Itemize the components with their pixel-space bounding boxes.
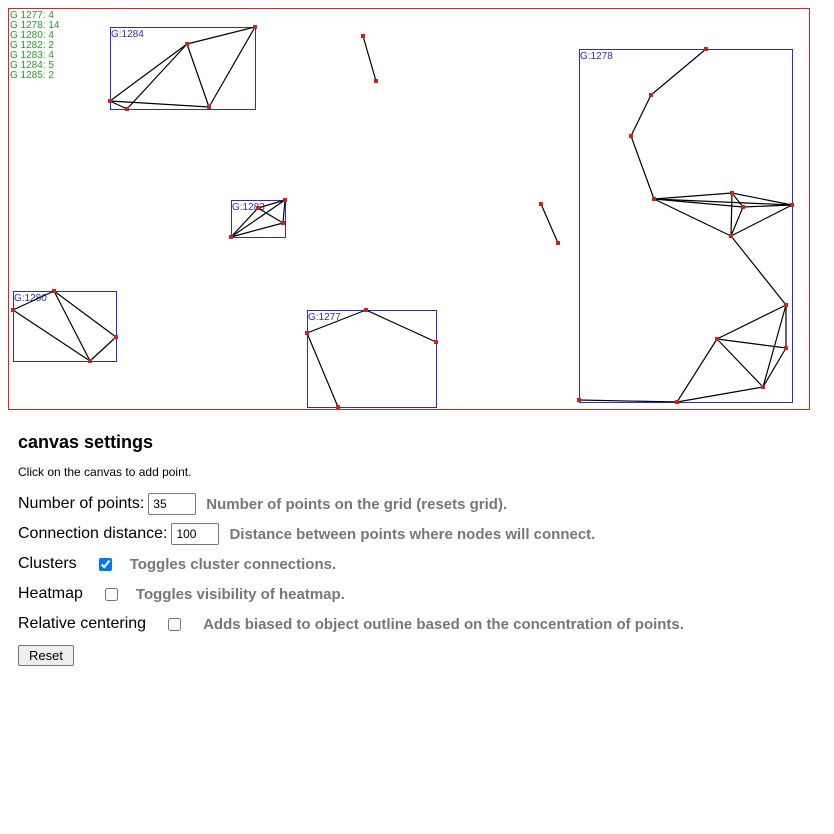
- canvas-svg[interactable]: G:1284G:1283G:1280G:1277G:1278: [9, 9, 811, 411]
- grid-point: [364, 308, 368, 312]
- grid-point: [434, 340, 438, 344]
- distance-label: Connection distance:: [18, 525, 168, 542]
- points-row: Number of points: Number of points on th…: [18, 489, 818, 519]
- grid-point: [11, 308, 15, 312]
- cluster-box: [579, 49, 793, 403]
- connection-line: [730, 206, 744, 237]
- grid-point: [305, 331, 309, 335]
- cluster-legend: G 1277: 4G 1278: 14 G 1280: 4G 1282: 2G 1…: [10, 11, 59, 81]
- grid-point: [114, 335, 118, 339]
- connection-line: [630, 135, 655, 200]
- connection-line: [365, 309, 437, 343]
- connection-line: [109, 43, 188, 102]
- connection-line: [53, 290, 91, 362]
- settings-title: canvas settings: [18, 432, 154, 452]
- connection-line: [716, 338, 764, 388]
- connection-line: [730, 204, 793, 237]
- clusters-label: Clusters: [18, 555, 77, 572]
- grid-point: [649, 93, 653, 97]
- grid-point: [577, 398, 581, 402]
- grid-point: [52, 289, 56, 293]
- connection-line: [730, 235, 787, 306]
- legend-entry: G 1285: 2: [10, 70, 54, 81]
- centering-label: Relative centering: [18, 615, 147, 632]
- connection-line: [762, 347, 787, 388]
- points-input[interactable]: [148, 493, 197, 515]
- grid-point: [790, 203, 794, 207]
- connection-line: [12, 309, 91, 362]
- connection-line: [89, 336, 117, 362]
- cluster-label: G:1278: [580, 51, 613, 62]
- grid-point: [784, 303, 788, 307]
- connection-line: [540, 203, 559, 244]
- clusters-description: Toggles cluster connections.: [129, 555, 337, 573]
- grid-point: [539, 202, 543, 206]
- connection-line: [676, 386, 764, 403]
- heatmap-description: Toggles visibility of heatmap.: [135, 585, 345, 603]
- grid-point: [730, 191, 734, 195]
- heatmap-row: Heatmap Toggles visibility of heatmap.: [18, 579, 818, 609]
- grid-point: [281, 221, 285, 225]
- connection-line: [742, 204, 793, 208]
- grid-point: [336, 405, 340, 409]
- connection-line: [282, 199, 286, 224]
- points-canvas[interactable]: G:1284 G:1283 G:1280 G:1277 G:1278 G 1277: 4…: [8, 8, 810, 410]
- grid-point: [741, 205, 745, 209]
- grid-point: [207, 105, 211, 109]
- cluster-label: G:1284: [111, 29, 144, 40]
- connection-line: [653, 198, 793, 206]
- grid-point: [374, 79, 378, 83]
- grid-point: [715, 337, 719, 341]
- grid-point: [253, 25, 257, 29]
- connection-line: [630, 94, 652, 137]
- connection-line: [208, 26, 256, 108]
- grid-point: [283, 198, 287, 202]
- distance-input[interactable]: [171, 523, 220, 545]
- grid-point: [125, 107, 129, 111]
- grid-point: [88, 359, 92, 363]
- centering-checkbox[interactable]: [168, 617, 182, 631]
- connection-line: [730, 192, 733, 237]
- connection-line: [653, 192, 733, 200]
- connection-line: [676, 338, 718, 403]
- distance-description: Distance between points where nodes will…: [229, 525, 596, 543]
- connection-line: [126, 43, 188, 110]
- grid-point: [108, 99, 112, 103]
- grid-point: [761, 385, 765, 389]
- grid-point: [704, 47, 708, 51]
- heatmap-label: Heatmap: [18, 585, 83, 602]
- connection-line: [578, 399, 678, 403]
- connection-line: [230, 222, 284, 238]
- grid-point: [361, 34, 365, 38]
- connection-line: [362, 35, 377, 82]
- grid-point: [652, 197, 656, 201]
- centering-description: Adds biased to object outline based on t…: [203, 615, 684, 633]
- connection-line: [186, 43, 210, 108]
- connection-line: [650, 48, 707, 96]
- connection-line: [109, 100, 210, 108]
- points-label: Number of points:: [18, 495, 145, 512]
- heatmap-checkbox[interactable]: [104, 587, 118, 601]
- clusters-checkbox[interactable]: [98, 557, 112, 571]
- points-description: Number of points on the grid (resets gri…: [206, 495, 508, 513]
- grid-point: [784, 346, 788, 350]
- grid-point: [729, 234, 733, 238]
- reset-button[interactable]: Reset: [18, 645, 74, 666]
- grid-point: [185, 42, 189, 46]
- distance-row: Connection distance: Distance between po…: [18, 519, 818, 549]
- grid-point: [629, 134, 633, 138]
- grid-point: [256, 206, 260, 210]
- grid-point: [229, 235, 233, 239]
- connection-line: [306, 332, 339, 408]
- clusters-row: Clusters Toggles cluster connections.: [18, 549, 818, 579]
- connection-line: [186, 26, 256, 45]
- grid-point: [675, 400, 679, 404]
- grid-point: [556, 241, 560, 245]
- connection-line: [716, 304, 787, 340]
- settings-hint: Click on the canvas to add point.: [18, 465, 192, 479]
- canvas-settings-panel: canvas settings Click on the canvas to a…: [18, 432, 818, 666]
- connection-line: [53, 290, 117, 338]
- centering-row: Relative centering Adds biased to object…: [18, 609, 818, 639]
